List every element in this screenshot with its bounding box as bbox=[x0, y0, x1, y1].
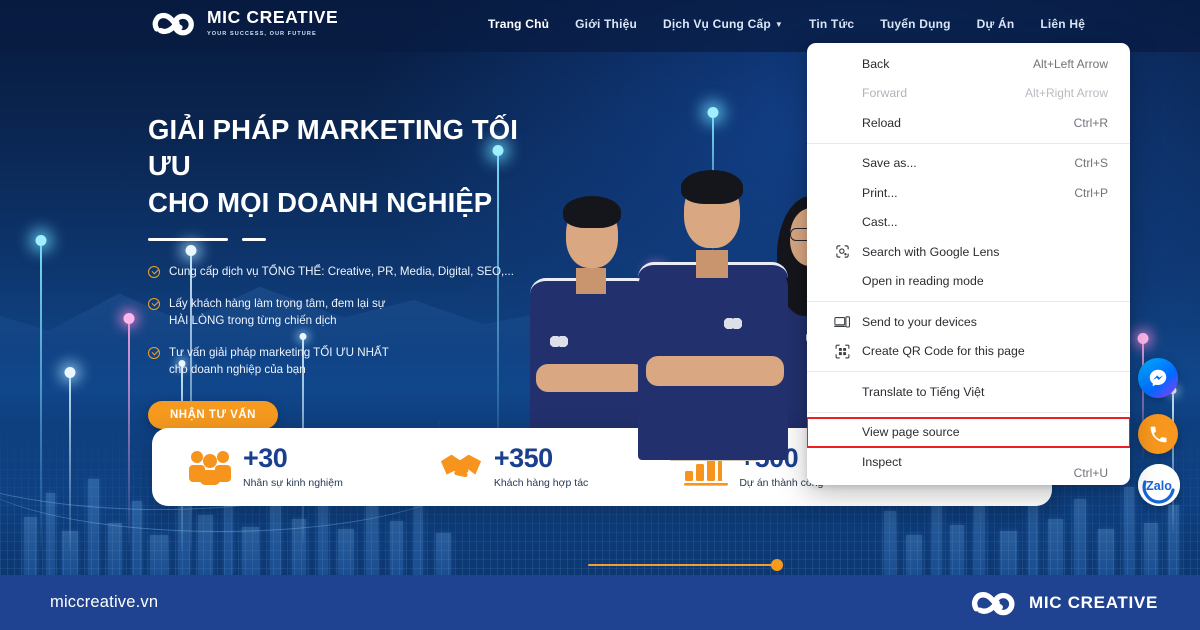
brand-name: MIC CREATIVE bbox=[207, 7, 339, 28]
context-menu-item-label: Forward bbox=[862, 86, 908, 101]
nav-item-trang-chu[interactable]: Trang Chủ bbox=[488, 17, 549, 31]
context-menu-item-label: Open in reading mode bbox=[862, 274, 984, 289]
stat-item-staff: +30 Nhân sự kinh nghiệm bbox=[166, 445, 365, 489]
stat-label: Khách hàng hợp tác bbox=[493, 477, 589, 489]
context-menu-item-back[interactable]: Back Alt+Left Arrow bbox=[807, 49, 1130, 79]
bullet-text: Cung cấp dịch vụ TỔNG THỂ: Creative, PR,… bbox=[169, 264, 514, 278]
brand-logo[interactable]: MIC CREATIVE YOUR SUCCESS, OUR FUTURE bbox=[150, 8, 338, 38]
nav-item-lien-he[interactable]: Liên Hệ bbox=[1040, 17, 1085, 31]
phone-icon bbox=[1150, 426, 1166, 442]
messenger-button[interactable] bbox=[1138, 358, 1178, 398]
context-menu-separator bbox=[807, 371, 1130, 372]
chevron-down-icon: ▼ bbox=[774, 20, 784, 29]
nhan-tu-van-cta-button[interactable]: NHẬN TƯ VẤN bbox=[148, 400, 278, 429]
infinity-logo-icon bbox=[971, 592, 1015, 616]
context-menu-item-label: Create QR Code for this page bbox=[862, 344, 1025, 359]
light-pin bbox=[1169, 387, 1177, 532]
hero-bullet-list: Cung cấp dịch vụ TỔNG THỂ: Creative, PR,… bbox=[148, 263, 568, 379]
list-item: Tư vấn giải pháp marketing TỐI ƯU NHẤT c… bbox=[148, 344, 568, 379]
screenshot-root: GIẢI PHÁP MARKETING TỐI ƯU CHO MỌI DOANH… bbox=[0, 0, 1200, 630]
stat-label: Nhân sự kinh nghiệm bbox=[243, 477, 343, 489]
infinity-logo-icon bbox=[152, 12, 194, 36]
handshake-icon bbox=[440, 454, 481, 478]
context-menu-item-label: Search with Google Lens bbox=[862, 244, 1000, 259]
context-menu-item-shortcut: Alt+Right Arrow bbox=[1024, 86, 1108, 101]
context-menu-item-label: Back bbox=[862, 56, 890, 71]
context-menu-item-label: Send to your devices bbox=[862, 314, 977, 329]
site-url: miccreative.vn bbox=[50, 593, 159, 611]
list-item: Lấy khách hàng làm trọng tâm, đem lại sự… bbox=[148, 295, 568, 330]
main-navigation: Trang Chủ Giới Thiệu Dịch Vụ Cung Cấp ▼ T… bbox=[488, 17, 1085, 31]
check-circle-icon bbox=[148, 265, 160, 278]
context-menu-item-forward: Forward Alt+Right Arrow bbox=[807, 79, 1130, 109]
nav-item-tin-tuc[interactable]: Tin Tức bbox=[809, 17, 854, 31]
slider-track bbox=[588, 564, 774, 567]
title-rule bbox=[148, 237, 568, 241]
brand-tagline: YOUR SUCCESS, OUR FUTURE bbox=[207, 30, 317, 37]
context-menu-item-label: Print... bbox=[862, 185, 898, 200]
bullet-text: Tư vấn giải pháp marketing TỐI ƯU NHẤT c… bbox=[169, 345, 389, 377]
check-circle-icon bbox=[148, 297, 160, 310]
headline-line-2: CHO MỌI DOANH NGHIỆP bbox=[148, 186, 493, 218]
slider-knob[interactable] bbox=[771, 559, 783, 571]
context-menu-item-shortcut: Ctrl+S bbox=[1074, 156, 1108, 171]
context-menu-item-label: Save as... bbox=[862, 156, 917, 171]
context-menu-item-label: Reload bbox=[862, 115, 901, 130]
stat-number: +350 bbox=[493, 443, 553, 473]
context-menu-item-shortcut: Ctrl+P bbox=[1074, 185, 1108, 200]
context-menu-item-print[interactable]: Print... Ctrl+P bbox=[807, 178, 1130, 208]
context-menu-item-reload[interactable]: Reload Ctrl+R bbox=[807, 108, 1130, 138]
context-menu-item-cast[interactable]: Cast... bbox=[807, 208, 1130, 238]
list-item: Cung cấp dịch vụ TỔNG THỂ: Creative, PR,… bbox=[148, 263, 568, 281]
messenger-icon bbox=[1149, 369, 1167, 387]
context-menu-item-label: Cast... bbox=[862, 215, 898, 230]
context-menu-item-label: Inspect bbox=[862, 454, 902, 469]
stat-number: +30 bbox=[243, 443, 288, 473]
team-member bbox=[628, 120, 798, 461]
people-icon bbox=[189, 451, 231, 485]
nav-item-dich-vu-cung-cap[interactable]: Dịch Vụ Cung Cấp ▼ bbox=[663, 17, 783, 31]
brand-text: MIC CREATIVE YOUR SUCCESS, OUR FUTURE bbox=[207, 9, 338, 37]
context-menu-separator bbox=[807, 142, 1130, 144]
context-menu-separator bbox=[807, 301, 1130, 302]
context-menu-item-translate[interactable]: Translate to Tiếng Việt bbox=[807, 377, 1130, 407]
zalo-button[interactable]: Zalo bbox=[1138, 464, 1180, 506]
context-menu-item-send-to-your-devices[interactable]: Send to your devices bbox=[807, 307, 1130, 337]
qr-code-icon bbox=[834, 343, 850, 359]
context-menu-item-search-with-google-lens[interactable]: Search with Google Lens bbox=[807, 237, 1130, 267]
context-menu-item-label: Translate to Tiếng Việt bbox=[862, 384, 985, 399]
context-menu-item-create-qr-code[interactable]: Create QR Code for this page bbox=[807, 337, 1130, 367]
page-title: GIẢI PHÁP MARKETING TỐI ƯU CHO MỌI DOANH… bbox=[148, 112, 568, 221]
nav-item-gioi-thieu[interactable]: Giới Thiệu bbox=[575, 17, 637, 31]
stat-item-clients: +350 Khách hàng hợp tác bbox=[417, 445, 610, 489]
check-circle-icon bbox=[148, 346, 160, 359]
carousel-progress-slider[interactable] bbox=[588, 559, 783, 571]
zalo-icon: Zalo bbox=[1138, 464, 1180, 506]
footer-brand-logo: MIC CREATIVE bbox=[969, 587, 1158, 618]
phone-call-button[interactable] bbox=[1138, 414, 1178, 454]
hero-copy: GIẢI PHÁP MARKETING TỐI ƯU CHO MỌI DOANH… bbox=[148, 112, 568, 429]
context-menu-item-shortcut: Alt+Left Arrow bbox=[1032, 56, 1108, 71]
context-menu-item-view-page-source[interactable]: View page source bbox=[807, 416, 1130, 448]
nav-item-du-an[interactable]: Dự Án bbox=[977, 17, 1015, 31]
context-menu-item-shortcut: Ctrl+R bbox=[1073, 115, 1108, 130]
footer-brand-name: MIC CREATIVE bbox=[1029, 592, 1158, 612]
footer-bar: miccreative.vn MIC CREATIVE bbox=[0, 575, 1200, 630]
context-menu-item-label: View page source bbox=[862, 425, 960, 440]
send-to-devices-icon bbox=[834, 314, 850, 330]
rule-short bbox=[242, 237, 266, 241]
bullet-text: Lấy khách hàng làm trọng tâm, đem lại sự… bbox=[169, 296, 386, 328]
headline-line-1: GIẢI PHÁP MARKETING TỐI ƯU bbox=[148, 114, 519, 182]
rule-long bbox=[148, 237, 228, 241]
browser-context-menu: Back Alt+Left Arrow Forward Alt+Right Ar… bbox=[807, 43, 1130, 485]
context-menu-item-save-as[interactable]: Save as... Ctrl+S bbox=[807, 149, 1130, 179]
google-lens-icon bbox=[834, 244, 850, 260]
nav-item-tuyen-dung[interactable]: Tuyển Dụng bbox=[880, 17, 950, 31]
context-menu-separator bbox=[807, 411, 1130, 413]
context-menu-item-inspect[interactable]: Inspect bbox=[807, 447, 1130, 477]
svg-text:Zalo: Zalo bbox=[1146, 479, 1172, 493]
context-menu-item-open-in-reading-mode[interactable]: Open in reading mode bbox=[807, 267, 1130, 297]
